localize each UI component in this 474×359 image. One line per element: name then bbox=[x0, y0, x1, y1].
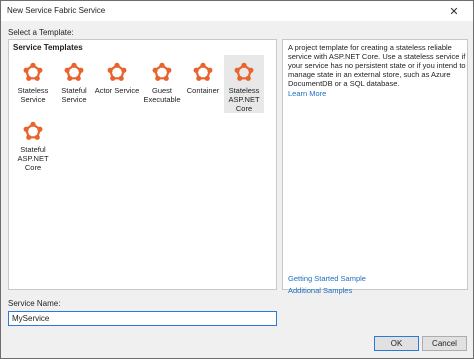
template-stateful-aspnet-core[interactable]: Stateful ASP.NET Core bbox=[13, 114, 53, 172]
template-label: Guest Executable bbox=[143, 86, 181, 104]
templates-panel: Service Templates Stateless Service Stat… bbox=[8, 39, 277, 290]
service-name-input[interactable] bbox=[8, 311, 277, 326]
service-fabric-icon bbox=[107, 62, 127, 81]
template-guest-executable[interactable]: Guest Executable bbox=[140, 55, 184, 113]
close-icon[interactable]: ✕ bbox=[435, 1, 473, 21]
service-fabric-icon bbox=[23, 121, 43, 140]
cancel-button[interactable]: Cancel bbox=[422, 336, 467, 351]
template-actor-service[interactable]: Actor Service bbox=[93, 55, 141, 113]
service-fabric-icon bbox=[23, 62, 43, 81]
title-bar: New Service Fabric Service ✕ bbox=[1, 1, 473, 21]
ok-button[interactable]: OK bbox=[374, 336, 419, 351]
learn-more-link[interactable]: Learn More bbox=[288, 89, 326, 98]
dialog-window: New Service Fabric Service ✕ Select a Te… bbox=[0, 0, 474, 359]
select-template-label: Select a Template: bbox=[8, 28, 74, 37]
service-fabric-icon bbox=[152, 62, 172, 81]
template-label: Stateful ASP.NET Core bbox=[17, 145, 49, 172]
template-stateless-service[interactable]: Stateless Service bbox=[13, 55, 53, 113]
template-stateless-aspnet-core[interactable]: Stateless ASP.NET Core bbox=[224, 55, 264, 113]
service-fabric-icon bbox=[193, 62, 213, 81]
template-label: Container bbox=[186, 86, 220, 95]
service-fabric-icon bbox=[234, 62, 254, 81]
window-title: New Service Fabric Service bbox=[7, 6, 106, 15]
template-stateful-service[interactable]: Stateful Service bbox=[54, 55, 94, 113]
templates-heading: Service Templates bbox=[13, 43, 83, 52]
template-container[interactable]: Container bbox=[183, 55, 223, 113]
description-panel: A project template for creating a statel… bbox=[282, 39, 468, 295]
template-description: A project template for creating a statel… bbox=[288, 43, 466, 88]
service-name-label: Service Name: bbox=[8, 299, 61, 308]
template-label: Actor Service bbox=[94, 86, 140, 95]
template-label: Stateless ASP.NET Core bbox=[228, 86, 260, 113]
additional-samples-link[interactable]: Additional Samples bbox=[288, 286, 352, 295]
service-fabric-icon bbox=[64, 62, 84, 81]
getting-started-sample-link[interactable]: Getting Started Sample bbox=[288, 274, 366, 283]
template-label: Stateless Service bbox=[17, 86, 49, 104]
template-label: Stateful Service bbox=[61, 86, 87, 104]
